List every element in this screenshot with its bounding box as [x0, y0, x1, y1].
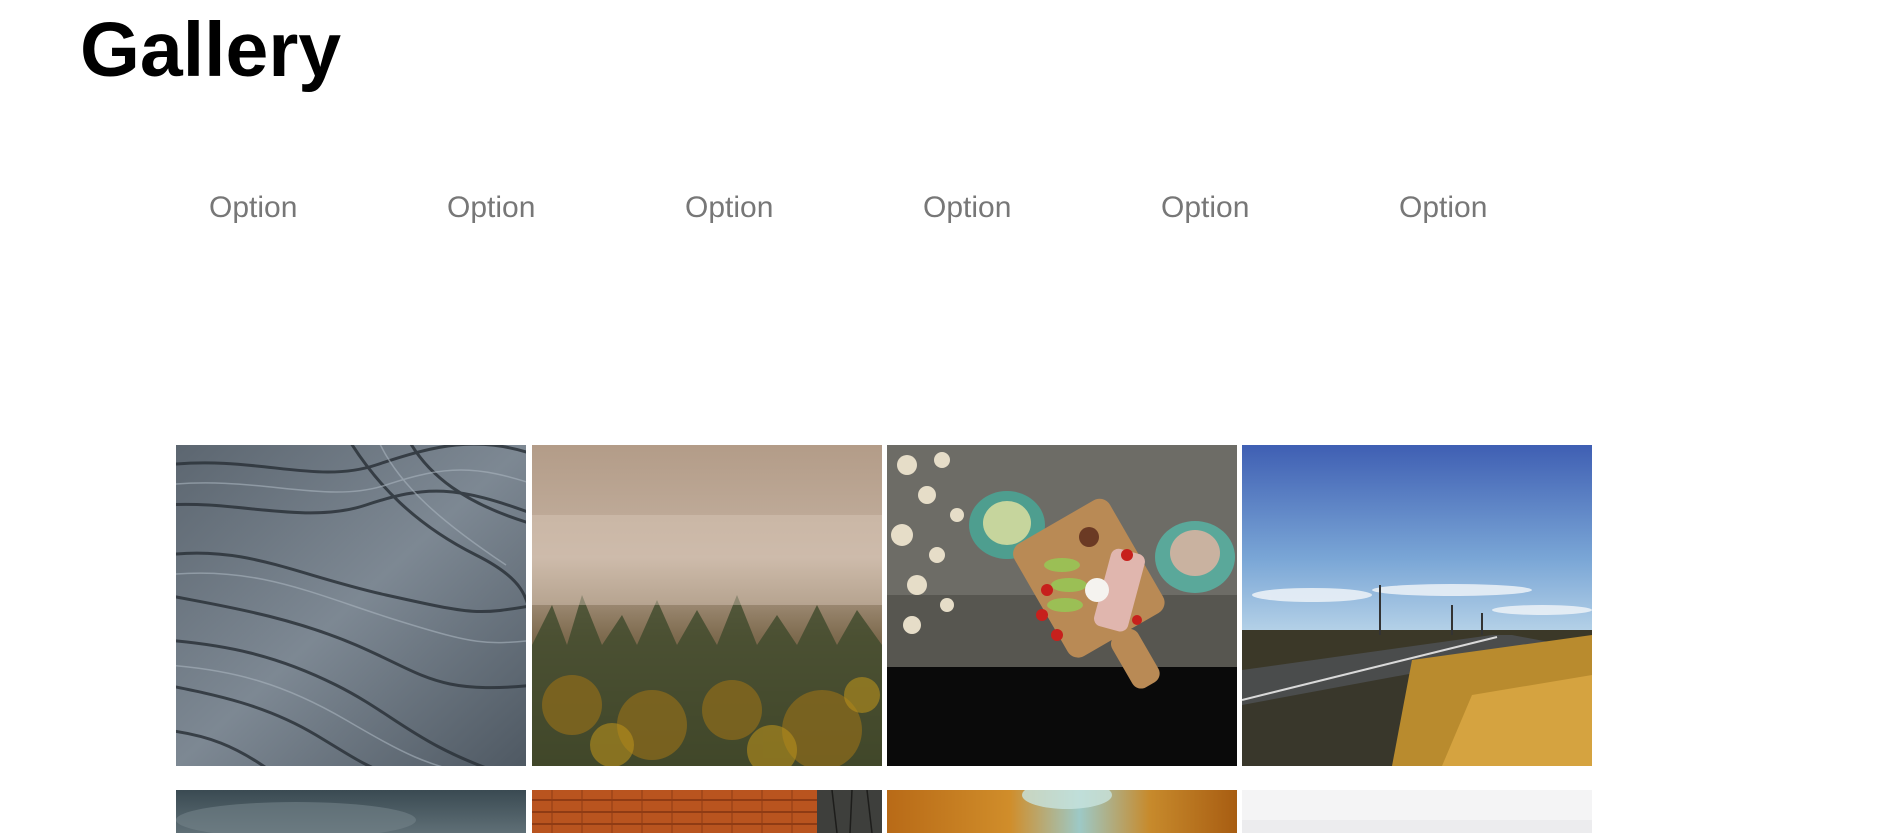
gallery-image-orange-roof[interactable] — [532, 790, 882, 833]
gallery-image-pale-scene[interactable] — [1242, 790, 1592, 833]
filter-options: Option Option Option Option Option Optio… — [0, 186, 1600, 234]
gallery-image-breakfast-board[interactable] — [887, 445, 1237, 766]
filter-option-2[interactable]: Option — [447, 186, 535, 230]
gallery-image-misty-forest[interactable] — [532, 445, 882, 766]
gallery-grid — [0, 0, 1877, 833]
filter-option-5[interactable]: Option — [1161, 186, 1249, 230]
gallery-image-prairie-road[interactable] — [1242, 445, 1592, 766]
page-title: Gallery — [80, 7, 342, 93]
filter-option-6[interactable]: Option — [1399, 186, 1487, 230]
gallery-image-wood-grain[interactable] — [176, 445, 526, 766]
filter-option-3[interactable]: Option — [685, 186, 773, 230]
filter-option-4[interactable]: Option — [923, 186, 1011, 230]
filter-option-1[interactable]: Option — [209, 186, 297, 230]
gallery-image-stormy-sky[interactable] — [176, 790, 526, 833]
gallery-image-autumn-foliage[interactable] — [887, 790, 1237, 833]
